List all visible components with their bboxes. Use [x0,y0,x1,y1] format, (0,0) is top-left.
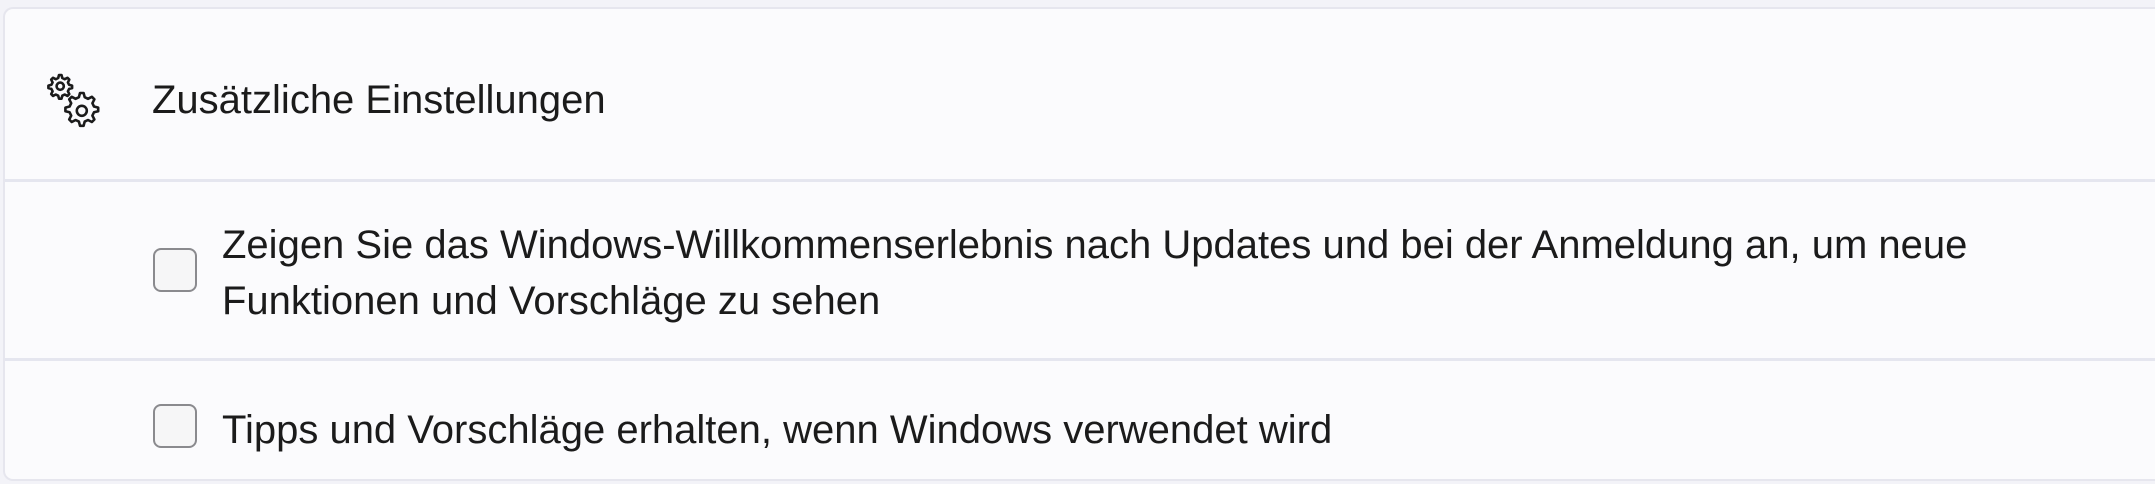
welcome-experience-checkbox[interactable] [153,248,197,292]
section-title: Zusätzliche Einstellungen [152,78,606,122]
welcome-experience-label[interactable]: Zeigen Sie das Windows-Willkommenserlebn… [222,217,2152,329]
setting-row-welcome-experience: Zeigen Sie das Windows-Willkommenserlebn… [5,182,2155,361]
section-header[interactable]: Zusätzliche Einstellungen [5,9,2155,182]
gear-icon [47,71,107,131]
additional-settings-card: Zusätzliche Einstellungen Zeigen Sie das… [3,7,2155,481]
tips-suggestions-checkbox[interactable] [153,404,197,448]
setting-row-tips-suggestions: Tipps und Vorschläge erhalten, wenn Wind… [5,361,2155,481]
tips-suggestions-label[interactable]: Tipps und Vorschläge erhalten, wenn Wind… [222,402,2152,458]
